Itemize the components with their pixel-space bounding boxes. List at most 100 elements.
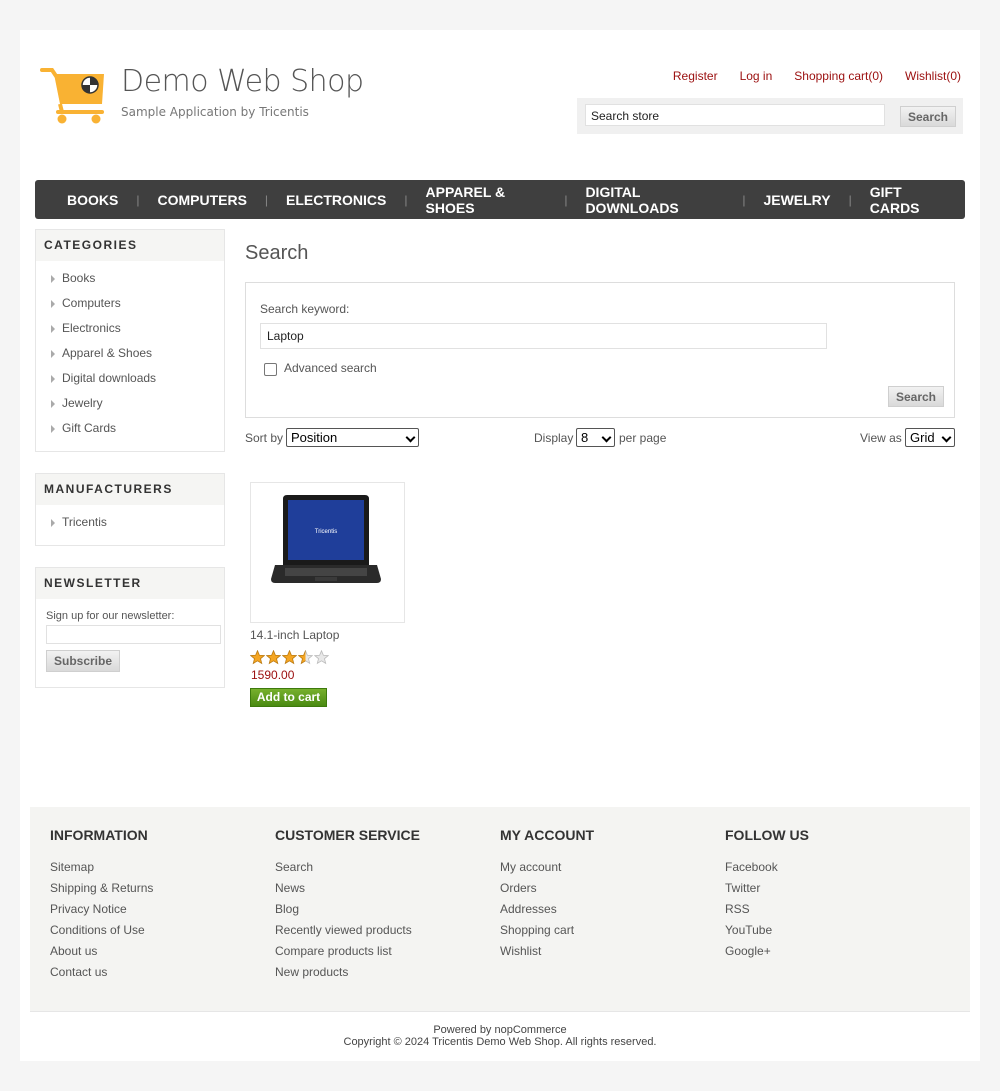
manufacturers-block: MANUFACTURERS Tricentis xyxy=(35,473,225,546)
footer-link[interactable]: News xyxy=(275,878,420,899)
footer-link[interactable]: Privacy Notice xyxy=(50,899,153,920)
manufacturers-title: MANUFACTURERS xyxy=(36,474,224,505)
menu-item-label: COMPUTERS xyxy=(157,191,247,208)
footer-link[interactable]: YouTube xyxy=(725,920,809,941)
menu-item-label: DIGITAL DOWNLOADS xyxy=(585,183,679,216)
categories-title: CATEGORIES xyxy=(36,230,224,261)
footer: INFORMATION Sitemap Shipping & Returns P… xyxy=(30,807,970,1011)
footer-column-follow-us: FOLLOW US Facebook Twitter RSS YouTube G… xyxy=(725,827,809,962)
add-to-cart-button[interactable]: Add to cart xyxy=(250,688,327,707)
footer-link[interactable]: My account xyxy=(500,857,594,878)
category-item[interactable]: Jewelry xyxy=(36,391,224,416)
newsletter-label: Sign up for our newsletter: xyxy=(46,610,175,622)
header-search: Search store Search xyxy=(577,98,963,134)
footer-link[interactable]: Recently viewed products xyxy=(275,920,420,941)
footer-link[interactable]: Conditions of Use xyxy=(50,920,153,941)
advanced-search-label[interactable]: Advanced search xyxy=(284,361,377,375)
categories-block: CATEGORIES Books Computers Electronics A… xyxy=(35,229,225,452)
category-item[interactable]: Digital downloads xyxy=(36,366,224,391)
wishlist-link[interactable]: Wishlist(0) xyxy=(905,69,961,83)
shopping-cart-link[interactable]: Shopping cart(0) xyxy=(794,69,883,83)
category-label: Jewelry xyxy=(62,396,103,410)
menu-item-label: BOOKS xyxy=(67,191,119,208)
footer-column-title: FOLLOW US xyxy=(725,827,809,843)
footer-column-title: CUSTOMER SERVICE xyxy=(275,827,420,843)
product-title[interactable]: 14.1-inch Laptop xyxy=(250,628,339,642)
category-item[interactable]: Apparel & Shoes xyxy=(36,341,224,366)
footer-link[interactable]: RSS xyxy=(725,899,809,920)
register-link[interactable]: Register xyxy=(673,69,718,83)
product-rating xyxy=(250,650,330,665)
menu-item-computers[interactable]: COMPUTERS | xyxy=(139,192,268,208)
menu-item-label: GIFT CARDS xyxy=(869,183,920,216)
menu-item-books[interactable]: BOOKS | xyxy=(49,192,139,208)
star-icon xyxy=(314,650,329,665)
footer-link[interactable]: Search xyxy=(275,857,420,878)
star-icon xyxy=(298,650,313,665)
cart-logo-icon[interactable] xyxy=(40,66,110,126)
newsletter-email-input[interactable] xyxy=(46,625,221,644)
category-label: Digital downloads xyxy=(62,371,157,385)
newsletter-block: NEWSLETTER Sign up for our newsletter: S… xyxy=(35,567,225,688)
footer-link[interactable]: Orders xyxy=(500,878,594,899)
keyword-label: Search keyword: xyxy=(260,302,350,316)
menu-item-gift-cards[interactable]: GIFT CARDS xyxy=(852,184,965,216)
star-icon xyxy=(266,650,281,665)
advanced-search-checkbox[interactable] xyxy=(264,363,277,376)
header-links: Register Log in Shopping cart(0) Wishlis… xyxy=(673,69,961,83)
menu-item-electronics[interactable]: ELECTRONICS | xyxy=(268,192,407,208)
category-label: Gift Cards xyxy=(62,421,117,435)
powered-by[interactable]: Powered by nopCommerce xyxy=(30,1024,970,1036)
manufacturer-item[interactable]: Tricentis xyxy=(36,510,224,535)
search-input[interactable]: Search store xyxy=(585,104,885,126)
footer-bottom: Powered by nopCommerce Copyright © 2024 … xyxy=(30,1011,970,1062)
view-mode-select[interactable]: Grid xyxy=(905,428,955,447)
footer-link[interactable]: Facebook xyxy=(725,857,809,878)
footer-link[interactable]: Contact us xyxy=(50,962,153,983)
category-label: Electronics xyxy=(62,321,121,335)
category-item[interactable]: Gift Cards xyxy=(36,416,224,441)
footer-column-customer-service: CUSTOMER SERVICE Search News Blog Recent… xyxy=(275,827,420,983)
search-button[interactable]: Search xyxy=(900,106,956,127)
menu-item-jewelry[interactable]: JEWELRY | xyxy=(745,192,851,208)
laptop-screen-logo: Tricentis xyxy=(315,529,337,535)
footer-column-title: INFORMATION xyxy=(50,827,148,843)
footer-link[interactable]: Blog xyxy=(275,899,420,920)
footer-link[interactable]: Google+ xyxy=(725,941,809,962)
star-icon xyxy=(282,650,297,665)
footer-link[interactable]: Addresses xyxy=(500,899,594,920)
footer-column-my-account: MY ACCOUNT My account Orders Addresses S… xyxy=(500,827,594,962)
product-image[interactable]: Tricentis xyxy=(250,482,405,623)
page: Demo Web Shop Sample Application by Tric… xyxy=(20,30,980,1061)
footer-link[interactable]: Shopping cart xyxy=(500,920,594,941)
footer-link[interactable]: About us xyxy=(50,941,153,962)
category-label: Apparel & Shoes xyxy=(62,346,153,360)
category-item[interactable]: Computers xyxy=(36,291,224,316)
menu-item-label: APPAREL & SHOES xyxy=(425,183,506,216)
subscribe-button[interactable]: Subscribe xyxy=(46,650,120,672)
search-form: Search keyword: Laptop Advanced search S… xyxy=(245,282,955,418)
footer-link[interactable]: Shipping & Returns xyxy=(50,878,153,899)
top-menu: BOOKS | COMPUTERS | ELECTRONICS | APPAREL &… xyxy=(35,180,965,219)
site-title[interactable]: Demo Web Shop xyxy=(121,64,364,99)
view-as-label: View as xyxy=(860,431,902,445)
star-icon xyxy=(250,650,265,665)
footer-link[interactable]: Wishlist xyxy=(500,941,594,962)
footer-link[interactable]: Sitemap xyxy=(50,857,153,878)
footer-column-information: INFORMATION Sitemap Shipping & Returns P… xyxy=(50,827,153,983)
menu-item-apparel-shoes[interactable]: APPAREL & SHOES | xyxy=(408,184,568,216)
sort-by-label: Sort by xyxy=(245,431,284,445)
menu-item-digital-downloads[interactable]: DIGITAL DOWNLOADS | xyxy=(567,184,745,216)
login-link[interactable]: Log in xyxy=(740,69,773,83)
newsletter-title: NEWSLETTER xyxy=(36,568,224,599)
per-page-label: per page xyxy=(619,431,667,445)
keyword-input[interactable]: Laptop xyxy=(260,323,827,349)
form-search-button[interactable]: Search xyxy=(888,386,944,407)
footer-link[interactable]: Twitter xyxy=(725,878,809,899)
category-item[interactable]: Electronics xyxy=(36,316,224,341)
category-item[interactable]: Books xyxy=(36,266,224,291)
sort-by-select[interactable]: Position xyxy=(286,428,419,447)
footer-link[interactable]: New products xyxy=(275,962,420,983)
page-size-select[interactable]: 8 xyxy=(576,428,615,447)
footer-link[interactable]: Compare products list xyxy=(275,941,420,962)
